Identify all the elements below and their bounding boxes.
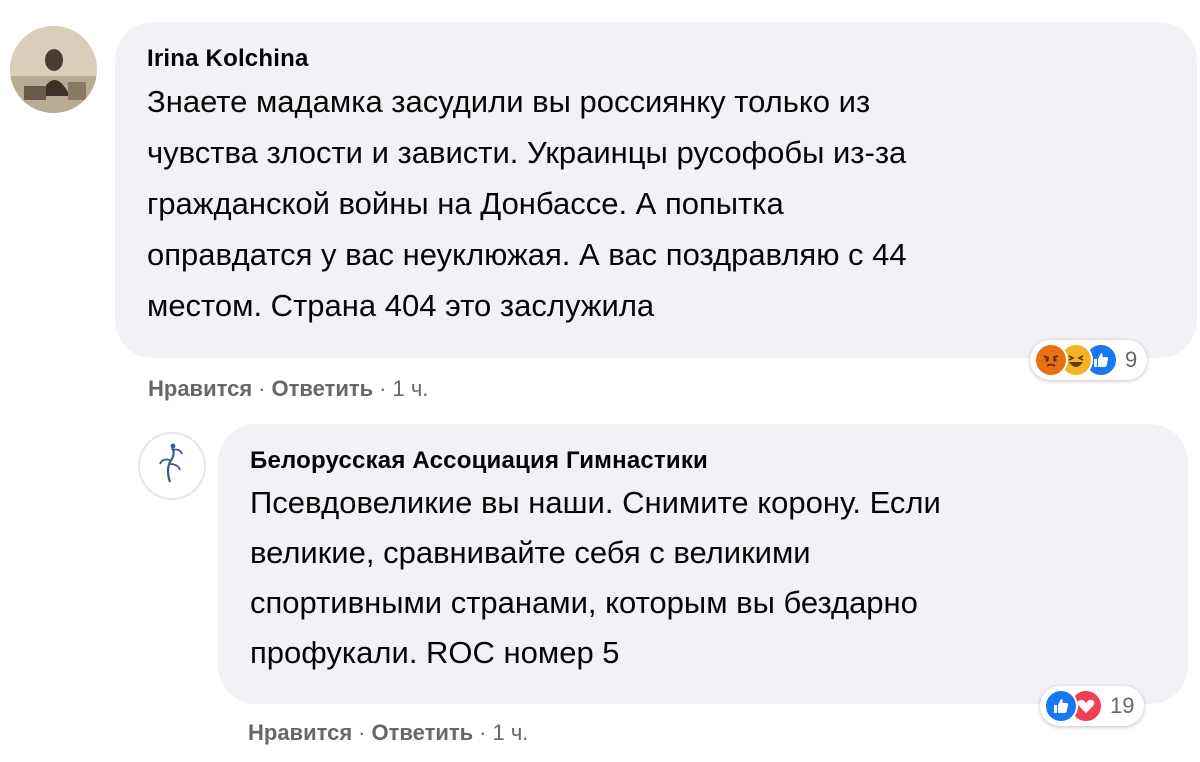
angry-icon [1034, 343, 1068, 377]
separator: · [479, 720, 487, 745]
avatar-irina-kolchina[interactable] [10, 26, 97, 113]
comment-author[interactable]: Белорусская Ассоциация Гимнастики [250, 446, 1158, 476]
reaction-count: 19 [1110, 693, 1135, 718]
like-icon [1044, 689, 1078, 723]
reply-bubble: Белорусская Ассоциация Гимнастики Псевдо… [218, 424, 1188, 704]
comment-line: местом. Страна 404 это заслужила [147, 288, 655, 323]
like-link[interactable]: Нравится [148, 376, 252, 401]
comment-author[interactable]: Irina Kolchina [147, 44, 1167, 74]
reactions-summary[interactable]: 19 [1040, 686, 1145, 726]
previous-comment-cut-text [150, 0, 790, 4]
comment-line: спортивными странами, которым вы бездарн… [250, 585, 918, 620]
avatar-belarus-gymnastics[interactable] [138, 432, 206, 500]
comment-actions: Нравится · Ответить · 1 ч. [148, 376, 428, 402]
comment-line: великие, сравнивайте себя с великими [250, 535, 811, 570]
comment-line: Знаете мадамка засудили вы россиянку тол… [147, 84, 871, 119]
reaction-count: 9 [1125, 347, 1138, 372]
comment-line: чувства злости и зависти. Украинцы русоф… [147, 135, 907, 170]
timestamp[interactable]: 1 ч. [393, 376, 429, 401]
comment-bubble: Irina Kolchina Знаете мадамка засудили в… [115, 22, 1197, 358]
reactions-summary[interactable]: 9 [1030, 340, 1148, 380]
comment-line: гражданской войны на Донбассе. А попытка [147, 186, 784, 221]
comment-text: Знаете мадамка засудили вы россиянку тол… [147, 76, 1167, 331]
reply-link[interactable]: Ответить [372, 720, 474, 745]
timestamp[interactable]: 1 ч. [493, 720, 529, 745]
comment-line: оправдатся у вас неуклюжая. А вас поздра… [147, 237, 907, 272]
comment-line: профукали. ROC номер 5 [250, 635, 620, 670]
separator: · [379, 376, 387, 401]
comment-text: Псевдовеликие вы наши. Снимите корону. Е… [250, 478, 1158, 678]
comment-line: Псевдовеликие вы наши. Снимите корону. Е… [250, 485, 941, 520]
like-link[interactable]: Нравится [248, 720, 352, 745]
comment-actions: Нравится · Ответить · 1 ч. [248, 720, 528, 746]
separator: · [358, 720, 366, 745]
separator: · [258, 376, 266, 401]
reply-link[interactable]: Ответить [272, 376, 374, 401]
